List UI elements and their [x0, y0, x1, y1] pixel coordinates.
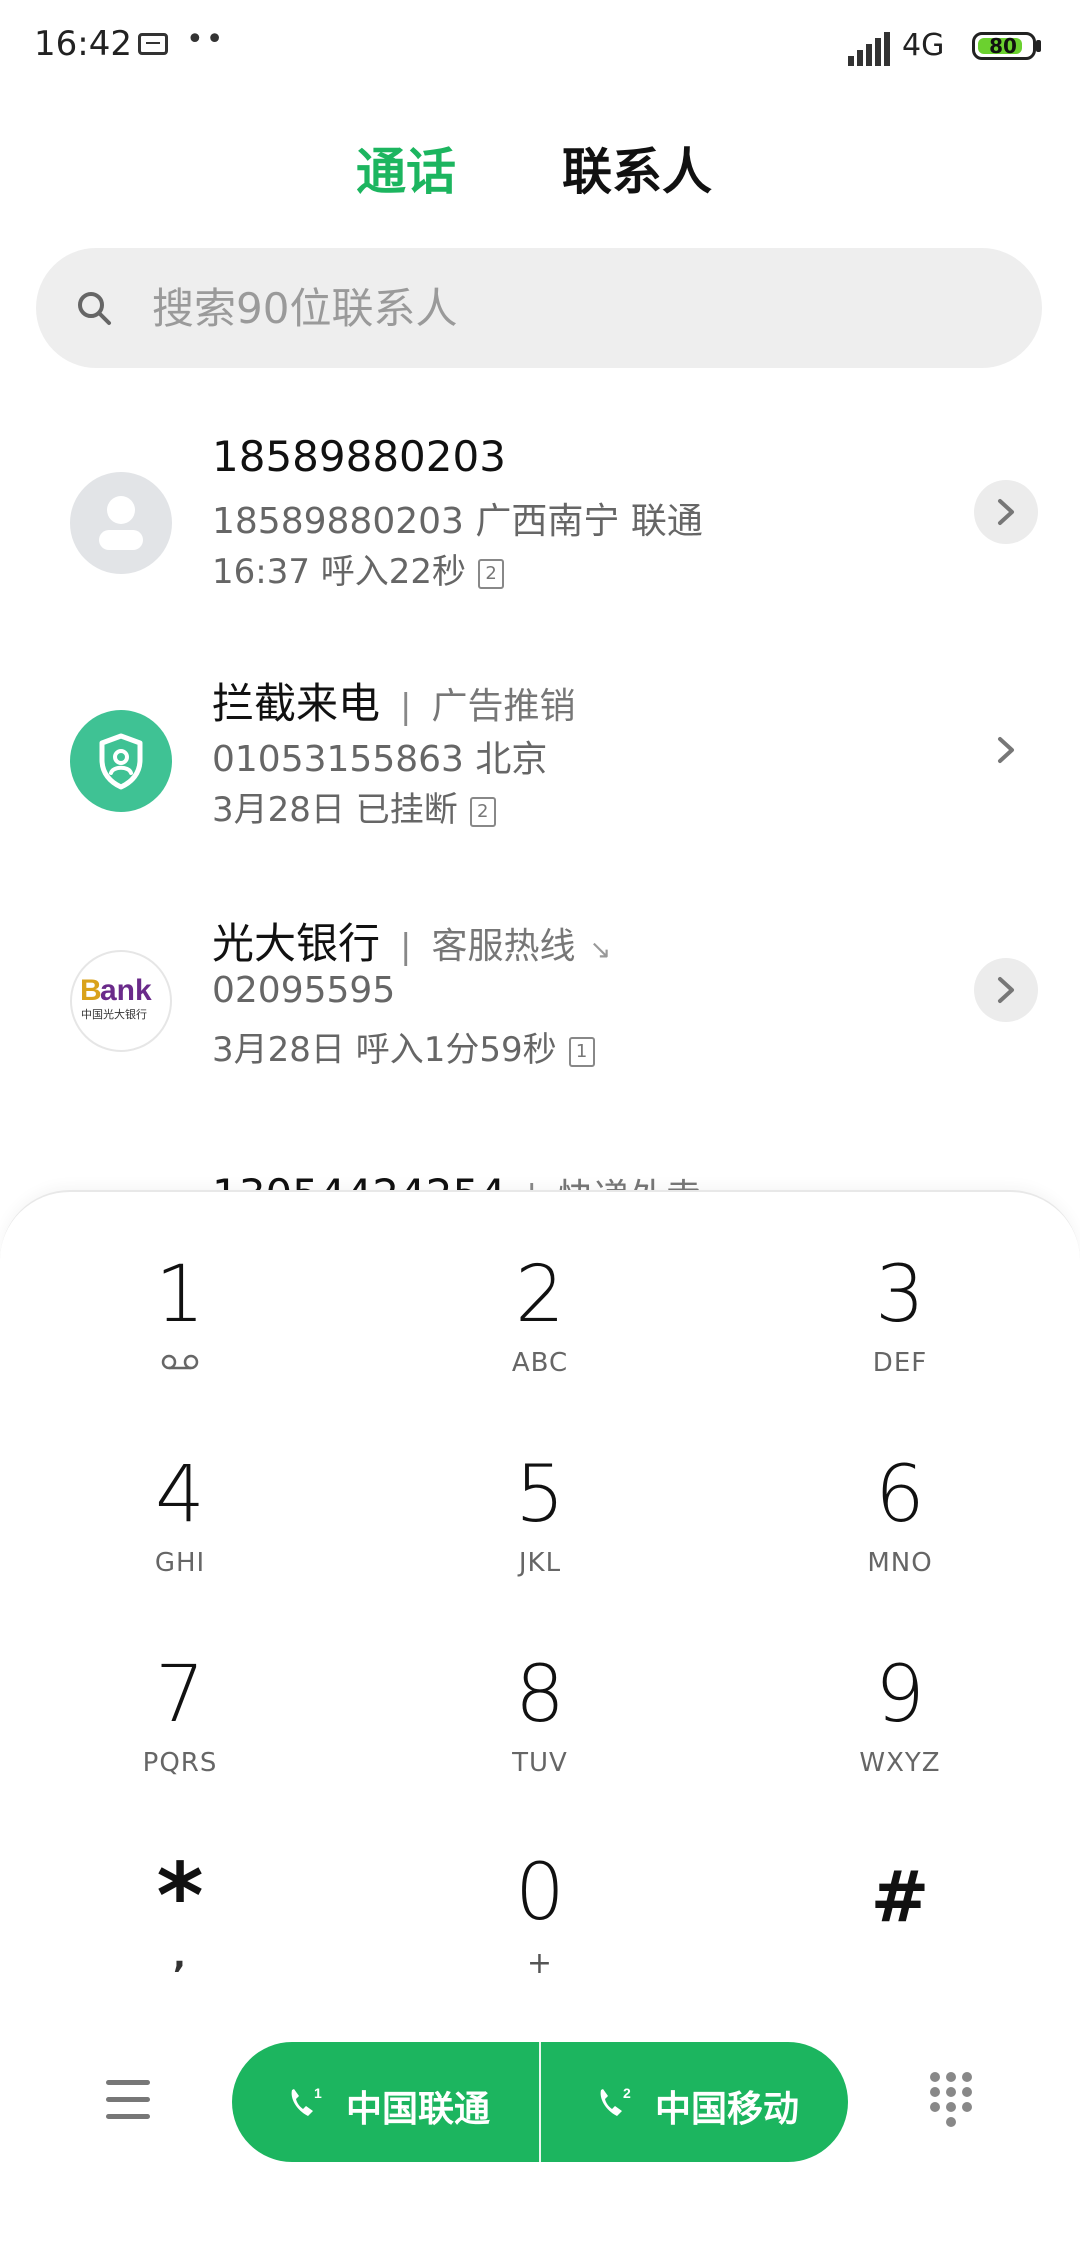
caller-label: 拦截来电 [212, 679, 381, 728]
sim1-carrier-label: 中国联通 [346, 2089, 491, 2130]
caller-tag: 客服热线 [431, 926, 576, 967]
caller-number-location: 18589880203 广西南宁 联通 [212, 501, 703, 542]
battery-icon: 80 [972, 32, 1036, 60]
caller-name: 18589880203 [212, 432, 506, 481]
dial-key-star[interactable]: * , [30, 1852, 330, 2052]
person-icon [70, 472, 172, 574]
bank-logo: B ank 中国光大银行 [70, 950, 172, 1052]
bottom-bar: 1 中国联通 2 中国移动 [0, 2040, 1080, 2164]
status-bar: 16:42 •• 4G 80 [0, 0, 1080, 96]
dial-key-2[interactable]: 2 ABC [390, 1250, 690, 1450]
signal-icon [848, 30, 892, 66]
caller-name: 拦截来电 | 广告推销 [212, 679, 576, 728]
shield-icon [70, 710, 172, 812]
svg-text:1: 1 [314, 2085, 322, 2101]
call-time-duration: 16:37 呼入22秒 [212, 552, 467, 592]
sim-badge: 1 [568, 1036, 595, 1067]
detail-button[interactable] [974, 480, 1038, 544]
call-log-item[interactable]: B ank 中国光大银行 光大银行 | 客服热线 ↘ 02095595 3月28日 呼… [0, 906, 1080, 1106]
dial-key-5[interactable]: 5 JKL [390, 1450, 690, 1650]
search-bar[interactable] [36, 248, 1042, 368]
voicemail-icon [161, 1354, 199, 1370]
network-type: 4G [902, 28, 945, 63]
chevron-right-icon [998, 977, 1014, 1003]
dial-key-3[interactable]: 3 DEF [750, 1250, 1050, 1450]
dial-key-0[interactable]: 0 + [390, 1848, 690, 2048]
dial-key-8[interactable]: 8 TUV [390, 1650, 690, 1850]
svg-text:B: B [80, 974, 102, 1007]
tab-contacts[interactable]: 联系人 [562, 132, 712, 204]
call-meta: 3月28日 呼入1分59秒 1 [212, 1022, 595, 1071]
caller-name: 光大银行 | 客服热线 ↘ [212, 919, 612, 968]
call-time-duration: 3月28日 已挂断 [212, 790, 458, 830]
dual-sim-call-buttons: 1 中国联通 2 中国移动 [232, 2042, 848, 2162]
tab-calls[interactable]: 通话 [356, 132, 456, 204]
chevron-right-icon [998, 737, 1014, 763]
phone-icon: 2 [600, 2085, 631, 2116]
search-icon [78, 292, 111, 325]
call-meta: 16:37 呼入22秒 2 [212, 544, 505, 593]
svg-text:ank: ank [100, 974, 152, 1007]
dial-key-7[interactable]: 7 PQRS [30, 1650, 330, 1850]
call-time-duration: 3月28日 呼入1分59秒 [212, 1030, 557, 1070]
sim-badge: 2 [469, 796, 496, 827]
keypad-toggle-icon[interactable] [930, 2072, 974, 2128]
voicemail-status-icon [138, 33, 168, 55]
dial-key-6[interactable]: 6 MNO [750, 1450, 1050, 1650]
call-log-item[interactable]: 拦截来电 | 广告推销 01053155863 北京 3月28日 已挂断 2 [0, 666, 1080, 866]
detail-button[interactable] [974, 718, 1038, 782]
chevron-right-icon [998, 499, 1014, 525]
battery-level: 80 [989, 34, 1017, 58]
dial-key-1[interactable]: 1 [30, 1250, 330, 1450]
caller-tag: 广告推销 [431, 686, 576, 727]
incoming-arrow-icon: ↘ [589, 935, 612, 965]
detail-button[interactable] [974, 958, 1038, 1022]
svg-text:2: 2 [623, 2085, 631, 2101]
sim-badge: 2 [478, 558, 505, 589]
dial-key-4[interactable]: 4 GHI [30, 1450, 330, 1650]
notification-dots: •• [186, 22, 226, 57]
call-sim1-button[interactable]: 1 中国联通 [232, 2042, 539, 2162]
call-sim2-button[interactable]: 2 中国移动 [541, 2042, 848, 2162]
tab-bar: 通话 联系人 [0, 132, 1080, 212]
dial-key-hash[interactable]: # [750, 1852, 1050, 2052]
search-input[interactable] [152, 248, 1012, 368]
dial-key-9[interactable]: 9 WXYZ [750, 1650, 1050, 1850]
call-meta: 3月28日 已挂断 2 [212, 782, 496, 831]
caller-number-location: 01053155863 北京 [212, 739, 548, 780]
svg-text:中国光大银行: 中国光大银行 [81, 1007, 147, 1021]
status-time: 16:42 [34, 24, 132, 64]
phone-icon: 1 [291, 2085, 322, 2116]
menu-icon[interactable] [106, 2080, 150, 2120]
caller-label: 光大银行 [212, 919, 381, 968]
caller-number: 02095595 [212, 970, 396, 1011]
call-log-item[interactable]: 18589880203 18589880203 广西南宁 联通 16:37 呼入… [0, 428, 1080, 628]
sim2-carrier-label: 中国移动 [655, 2089, 800, 2130]
